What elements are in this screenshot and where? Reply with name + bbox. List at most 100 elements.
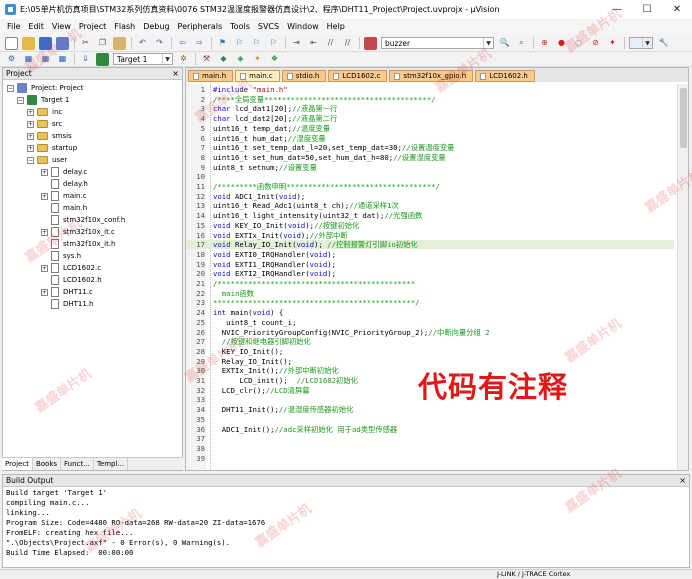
chevron-down-icon[interactable]: ▼ [642, 38, 652, 48]
pack-installer-icon[interactable]: ◈ [234, 53, 247, 66]
editor-tab[interactable]: stm32f10x_gpio.h [389, 70, 474, 82]
open-folder-icon[interactable] [22, 36, 35, 50]
collapse-icon[interactable]: − [7, 84, 14, 92]
close-button[interactable]: ✕ [662, 0, 692, 19]
build-icon[interactable]: ▦ [22, 53, 35, 66]
breakpoint-disable-icon[interactable]: ○ [572, 37, 585, 50]
code-line[interactable]: 11 /*********函数申明************************… [186, 182, 674, 191]
code-line[interactable]: 20 void EXTI2_IRQHandler(void); [186, 269, 674, 278]
redo-icon[interactable]: ↷ [153, 37, 166, 50]
rte-icon[interactable]: ❖ [268, 53, 281, 66]
breakpoint-icon[interactable]: ● [555, 37, 568, 50]
code-line[interactable]: 19 void EXTI1_IRQHandler(void); [186, 260, 674, 269]
configure-icon[interactable]: 🔧 [657, 37, 670, 50]
uncomment-icon[interactable]: // [341, 37, 354, 50]
code-line[interactable]: 12 void ADC1_Init(void); [186, 192, 674, 201]
maximize-button[interactable]: ☐ [632, 0, 662, 19]
bookmark-icon[interactable]: ⚑ [216, 37, 229, 50]
menu-peripherals[interactable]: Peripherals [174, 19, 227, 35]
expand-icon[interactable]: + [27, 144, 34, 152]
target-icon[interactable] [96, 52, 109, 66]
tab-books[interactable]: Books [33, 458, 62, 470]
comment-icon[interactable]: // [324, 37, 337, 50]
collapse-icon[interactable]: − [17, 96, 24, 104]
paste-icon[interactable] [113, 36, 126, 50]
bookmark-prev-icon[interactable]: ⚐ [233, 37, 246, 50]
editor-tab[interactable]: LCD1602.h [475, 70, 535, 82]
tree-file[interactable]: + stm32f10x_it.c [41, 226, 115, 238]
incremental-find-icon[interactable]: ⌕ [515, 37, 528, 50]
debug-start-icon[interactable]: ⊕ [538, 37, 551, 50]
unindent-icon[interactable]: ⇤ [307, 37, 320, 50]
code-line[interactable]: 35 [186, 415, 674, 424]
file-extensions-icon[interactable]: ⚒ [200, 53, 213, 66]
code-line[interactable]: 10 [186, 172, 674, 181]
tab-templates[interactable]: Templ... [94, 458, 129, 470]
code-line[interactable]: 15 void KEY_IO_Init(void);//按键初始化 [186, 221, 674, 230]
menu-window[interactable]: Window [283, 19, 323, 35]
tree-file[interactable]: stm32f10x_it.h [41, 238, 115, 250]
code-line[interactable]: 25 uint8_t count_i; [186, 318, 674, 327]
code-line[interactable]: 39 [186, 454, 674, 463]
code-line[interactable]: 17 void Relay_IO_Init(void); //控制报警灯引脚io初… [186, 240, 674, 250]
minimize-button[interactable]: — [602, 0, 632, 19]
expand-icon[interactable]: + [27, 108, 34, 116]
tree-group[interactable]: + smsis [27, 130, 72, 142]
expand-icon[interactable]: + [41, 192, 48, 200]
batch-build-icon[interactable]: ▦ [56, 53, 69, 66]
nav-back-icon[interactable]: ⇦ [176, 37, 189, 50]
tree-file[interactable]: + LCD1602.c [41, 262, 101, 274]
target-options-icon[interactable]: ✲ [177, 53, 190, 66]
code-line[interactable]: 7 uint16_t set_temp_dat_l=20,set_temp_dat… [186, 143, 674, 152]
bookmark-clear-icon[interactable]: ⚐ [267, 37, 280, 50]
tree-file[interactable]: main.h [41, 202, 87, 214]
vertical-scrollbar[interactable] [677, 84, 688, 470]
breakpoint-kill-icon[interactable]: ⊘ [589, 37, 602, 50]
menu-file[interactable]: File [3, 19, 24, 35]
expand-icon[interactable]: + [27, 120, 34, 128]
translate-icon[interactable]: ⚙ [5, 53, 18, 66]
find-combo[interactable]: buzzer ▼ [381, 37, 494, 49]
download-icon[interactable]: ⇓ [79, 53, 92, 66]
menu-flash[interactable]: Flash [110, 19, 139, 35]
find-in-files-icon[interactable]: 🔍 [498, 37, 511, 50]
tree-file[interactable]: + main.c [41, 190, 87, 202]
code-line[interactable]: 9 uint8_t setnum;//设置变量 [186, 163, 674, 172]
code-line[interactable]: 37 [186, 434, 674, 443]
code-line[interactable]: 18 void EXTI0_IRQHandler(void); [186, 250, 674, 259]
chevron-down-icon[interactable]: ▼ [162, 54, 172, 64]
code-line[interactable]: 21 /*************************************… [186, 279, 674, 288]
code-line[interactable]: 5 uint16_t temp_dat;//温度变量 [186, 124, 674, 133]
code-line[interactable]: 14 uint16_t light_intensity(uint32_t dat)… [186, 211, 674, 220]
nav-forward-icon[interactable]: ⇨ [193, 37, 206, 50]
tree-group[interactable]: − user [27, 154, 67, 166]
collapse-icon[interactable]: − [27, 156, 34, 164]
save-icon[interactable] [39, 36, 52, 50]
tree-file[interactable]: + delay.c [41, 166, 87, 178]
tree-file[interactable]: LCD1602.h [41, 274, 102, 286]
window-layout-combo[interactable]: ▼ [629, 37, 653, 49]
menu-tools[interactable]: Tools [226, 19, 254, 35]
code-line[interactable]: 38 [186, 444, 674, 453]
code-line[interactable]: 8 uint16_t set_hum_dat=50,set_hum_dat_h=8… [186, 153, 674, 162]
build-output-text[interactable]: Build target 'Target 1' compiling main.c.… [6, 488, 678, 558]
code-line[interactable]: 16 void EXTIx_Init(void);//外部中断 [186, 231, 674, 240]
expand-icon[interactable]: + [41, 264, 48, 272]
tree-file[interactable]: stm32f10x_conf.h [41, 214, 125, 226]
expand-icon[interactable]: + [41, 168, 48, 176]
code-line[interactable]: 13 uint16_t Read_Adc1(uint8_t ch);//通道采样1… [186, 201, 674, 210]
scrollbar-thumb[interactable] [680, 88, 687, 148]
code-line[interactable]: 28 KEY_IO_Init(); [186, 347, 674, 356]
editor-tab-active[interactable]: main.c [235, 70, 280, 82]
copy-icon[interactable]: ❐ [96, 37, 109, 50]
tab-project[interactable]: Project [2, 458, 33, 470]
breakpoint-all-icon[interactable]: ✦ [606, 37, 619, 50]
code-line[interactable]: 2 /****全局变量******************************… [186, 95, 674, 104]
code-line[interactable]: 3 char lcd_dat1[20];//液晶第一行 [186, 104, 674, 113]
select-packs-icon[interactable]: ✦ [251, 53, 264, 66]
expand-icon[interactable]: + [41, 288, 48, 296]
menu-debug[interactable]: Debug [139, 19, 173, 35]
expand-icon[interactable]: + [27, 132, 34, 140]
save-all-icon[interactable] [56, 36, 69, 50]
new-file-icon[interactable] [5, 36, 18, 50]
